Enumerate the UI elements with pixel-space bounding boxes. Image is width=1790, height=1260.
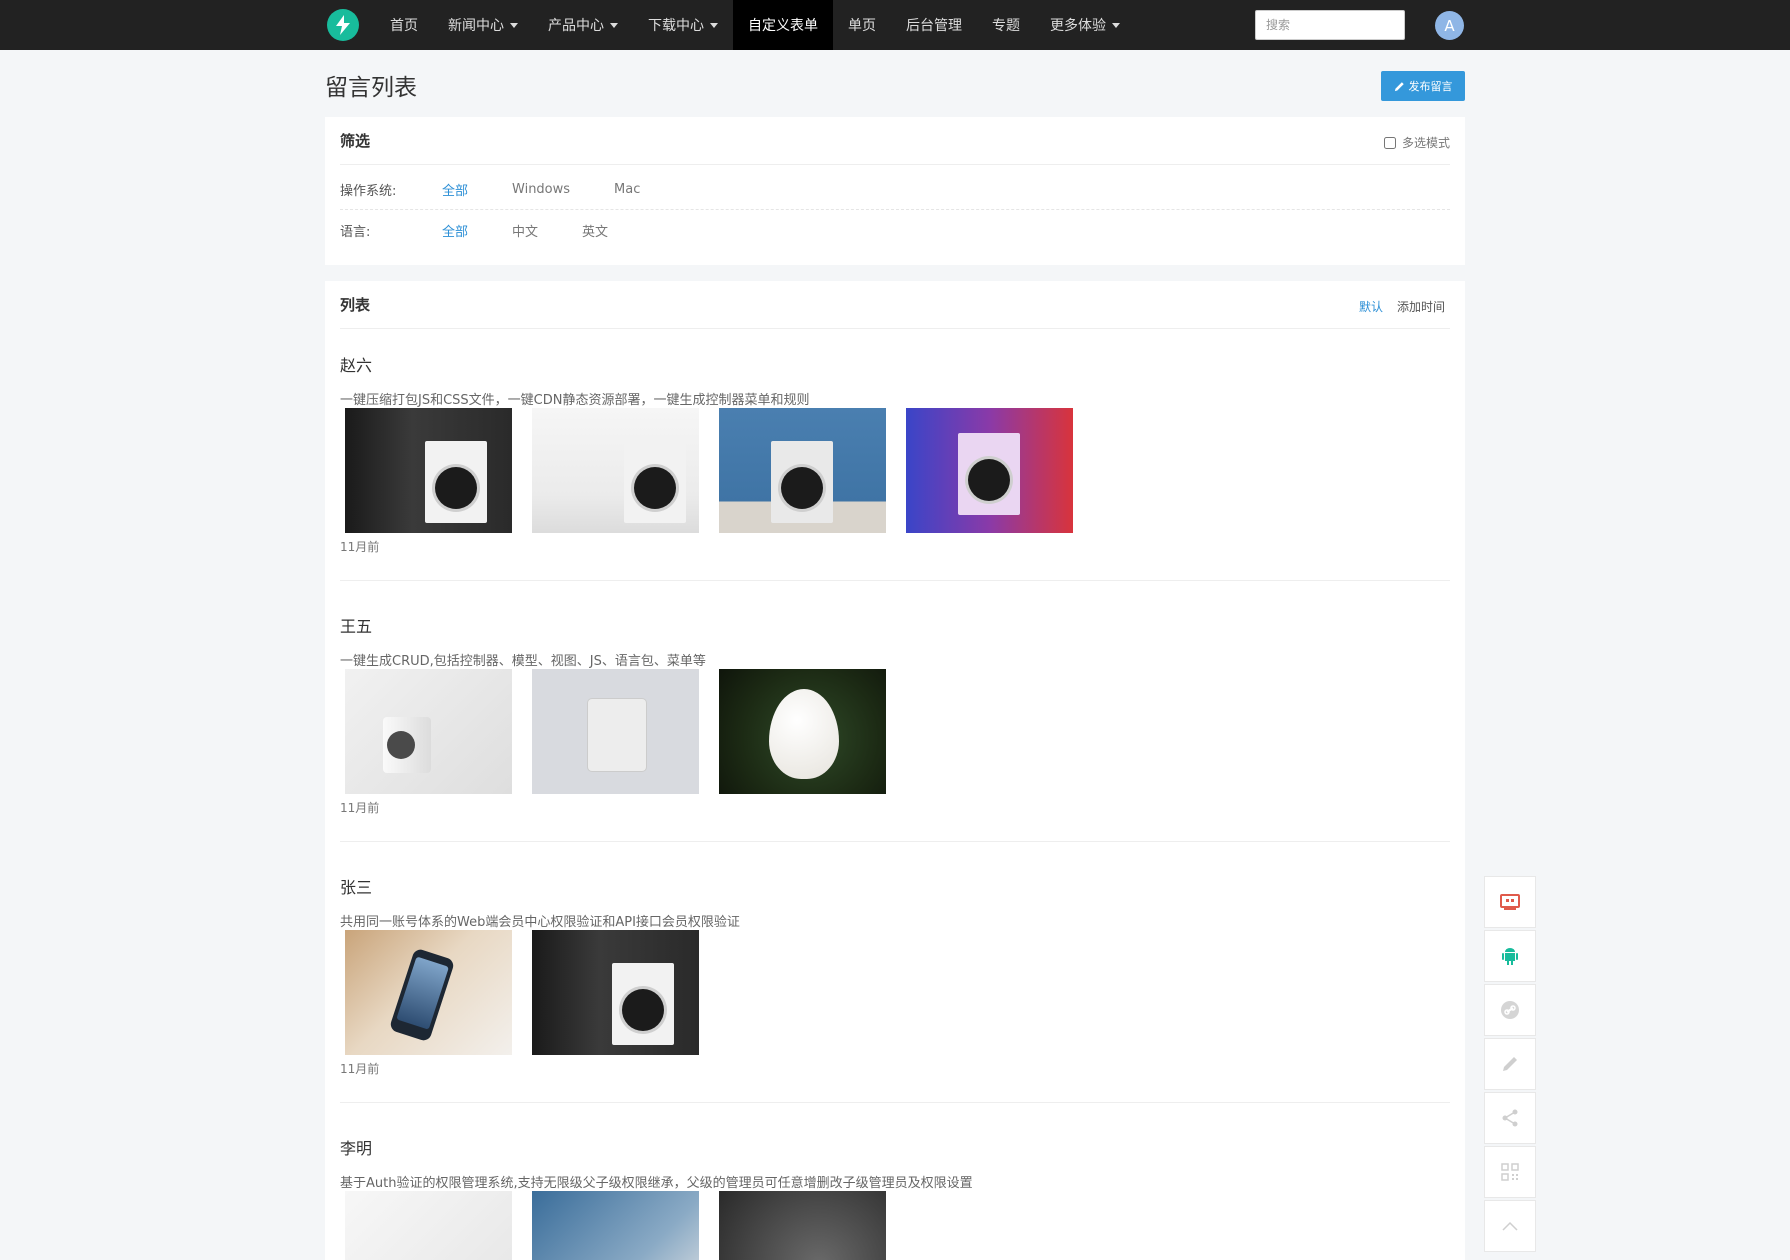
nav-item-products[interactable]: 产品中心 <box>533 0 633 50</box>
multi-mode-toggle[interactable]: 多选模式 <box>1383 134 1450 151</box>
image-thumbnail[interactable] <box>345 408 512 533</box>
float-button-share[interactable] <box>1484 1092 1536 1144</box>
android-icon <box>1502 948 1518 965</box>
entry-content: 一键生成CRUD,包括控制器、模型、视图、JS、语言包、菜单等 <box>340 654 706 669</box>
filter-option-mac[interactable]: Mac <box>614 182 640 197</box>
entry-content: 一键压缩打包JS和CSS文件，一键CDN静态资源部署，一键生成控制器菜单和规则 <box>340 393 810 408</box>
link-icon <box>1501 1001 1519 1019</box>
share-icon <box>1502 1109 1518 1127</box>
list-panel: 列表 默认 添加时间 赵六 一键压缩打包JS和CSS文件，一键CDN静态资源部署… <box>325 281 1465 1260</box>
entry-author[interactable]: 王五 <box>340 613 1450 636</box>
nav-item-topics[interactable]: 专题 <box>977 0 1035 50</box>
nav-item-admin[interactable]: 后台管理 <box>891 0 977 50</box>
pencil-icon <box>1503 1057 1517 1071</box>
divider <box>340 1102 1450 1103</box>
back-to-top-button[interactable] <box>1484 1200 1536 1252</box>
divider <box>340 328 1450 329</box>
image-thumbnail[interactable] <box>906 408 1073 533</box>
pencil-icon <box>1394 81 1404 91</box>
image-thumbnail[interactable] <box>532 669 699 794</box>
filter-option-chinese[interactable]: 中文 <box>512 221 538 240</box>
main-nav: 首页 新闻中心 产品中心 下载中心 自定义表单 单页 后台管理 专题 更多体验 <box>375 0 1135 50</box>
entry-time: 11月前 <box>340 801 380 815</box>
float-button-link[interactable] <box>1484 984 1536 1036</box>
image-thumbnail[interactable] <box>719 408 886 533</box>
filter-option-all[interactable]: 全部 <box>442 180 468 199</box>
list-item: 李明 基于Auth验证的权限管理系统,支持无限级父子级权限继承，父级的管理员可任… <box>340 1135 1450 1260</box>
entry-content: 共用同一账号体系的Web端会员中心权限验证和API接口会员权限验证 <box>340 915 740 930</box>
list-item: 张三 共用同一账号体系的Web端会员中心权限验证和API接口会员权限验证 11月… <box>340 874 1450 1103</box>
image-thumbnail[interactable] <box>345 1191 512 1260</box>
list-item: 赵六 一键压缩打包JS和CSS文件，一键CDN静态资源部署，一键生成控制器菜单和… <box>340 352 1450 581</box>
nav-item-home[interactable]: 首页 <box>375 0 433 50</box>
monitor-icon <box>1500 894 1520 910</box>
avatar[interactable]: A <box>1435 11 1464 40</box>
filter-panel: 筛选 多选模式 操作系统: 全部 Windows Mac 语言: 全部 中文 英… <box>325 117 1465 265</box>
image-thumbnail[interactable] <box>532 408 699 533</box>
filter-option-all[interactable]: 全部 <box>442 221 468 240</box>
filter-label-os: 操作系统: <box>340 183 397 199</box>
filter-option-windows[interactable]: Windows <box>512 182 570 197</box>
page-title: 留言列表 <box>325 75 417 101</box>
image-thumbnail[interactable] <box>719 1191 886 1260</box>
divider <box>340 209 1450 210</box>
caret-down-icon <box>1112 22 1120 28</box>
image-thumbnail[interactable] <box>532 1191 699 1260</box>
entry-content: 基于Auth验证的权限管理系统,支持无限级父子级权限继承，父级的管理员可任意增删… <box>340 1176 973 1191</box>
float-button-qrcode[interactable] <box>1484 1146 1536 1198</box>
top-navbar: 首页 新闻中心 产品中心 下载中心 自定义表单 单页 后台管理 专题 更多体验 … <box>0 0 1790 50</box>
entry-time: 11月前 <box>340 540 380 554</box>
image-thumbnail[interactable] <box>532 930 699 1055</box>
entry-images <box>345 408 1073 533</box>
entry-images <box>345 930 699 1055</box>
nav-item-more[interactable]: 更多体验 <box>1035 0 1135 50</box>
sort-options: 默认 添加时间 <box>1359 298 1445 315</box>
entry-time: 11月前 <box>340 1062 380 1076</box>
float-toolbar <box>1484 876 1536 1254</box>
caret-down-icon <box>610 22 618 28</box>
chevron-up-icon <box>1502 1221 1518 1231</box>
nav-item-custom-form[interactable]: 自定义表单 <box>733 0 833 50</box>
image-thumbnail[interactable] <box>719 669 886 794</box>
list-title: 列表 <box>340 296 371 314</box>
divider <box>340 580 1450 581</box>
search-input[interactable] <box>1255 10 1405 40</box>
brand-logo[interactable] <box>327 9 359 41</box>
sort-default[interactable]: 默认 <box>1359 298 1383 315</box>
entry-author[interactable]: 赵六 <box>340 352 1450 375</box>
divider <box>340 164 1450 165</box>
filter-title: 筛选 <box>340 132 371 150</box>
nav-item-news[interactable]: 新闻中心 <box>433 0 533 50</box>
filter-option-english[interactable]: 英文 <box>582 221 608 240</box>
caret-down-icon <box>710 22 718 28</box>
lightning-icon <box>336 15 350 35</box>
post-message-button[interactable]: 发布留言 <box>1381 71 1465 101</box>
image-thumbnail[interactable] <box>345 669 512 794</box>
multi-mode-checkbox[interactable] <box>1383 136 1396 149</box>
filter-row-os: 操作系统: 全部 Windows Mac <box>340 179 1450 199</box>
image-thumbnail[interactable] <box>345 930 512 1055</box>
nav-item-single-page[interactable]: 单页 <box>833 0 891 50</box>
qrcode-icon <box>1501 1163 1519 1181</box>
float-button-monitor[interactable] <box>1484 876 1536 928</box>
entry-author[interactable]: 张三 <box>340 874 1450 897</box>
sort-add-time[interactable]: 添加时间 <box>1397 298 1445 315</box>
list-item: 王五 一键生成CRUD,包括控制器、模型、视图、JS、语言包、菜单等 11月前 <box>340 613 1450 842</box>
float-button-android[interactable] <box>1484 930 1536 982</box>
nav-item-downloads[interactable]: 下载中心 <box>633 0 733 50</box>
caret-down-icon <box>510 22 518 28</box>
filter-row-language: 语言: 全部 中文 英文 <box>340 220 1450 240</box>
entry-images <box>345 669 886 794</box>
entry-images <box>345 1191 886 1260</box>
entry-author[interactable]: 李明 <box>340 1135 1450 1158</box>
filter-label-language: 语言: <box>340 224 371 240</box>
divider <box>340 841 1450 842</box>
float-button-edit[interactable] <box>1484 1038 1536 1090</box>
